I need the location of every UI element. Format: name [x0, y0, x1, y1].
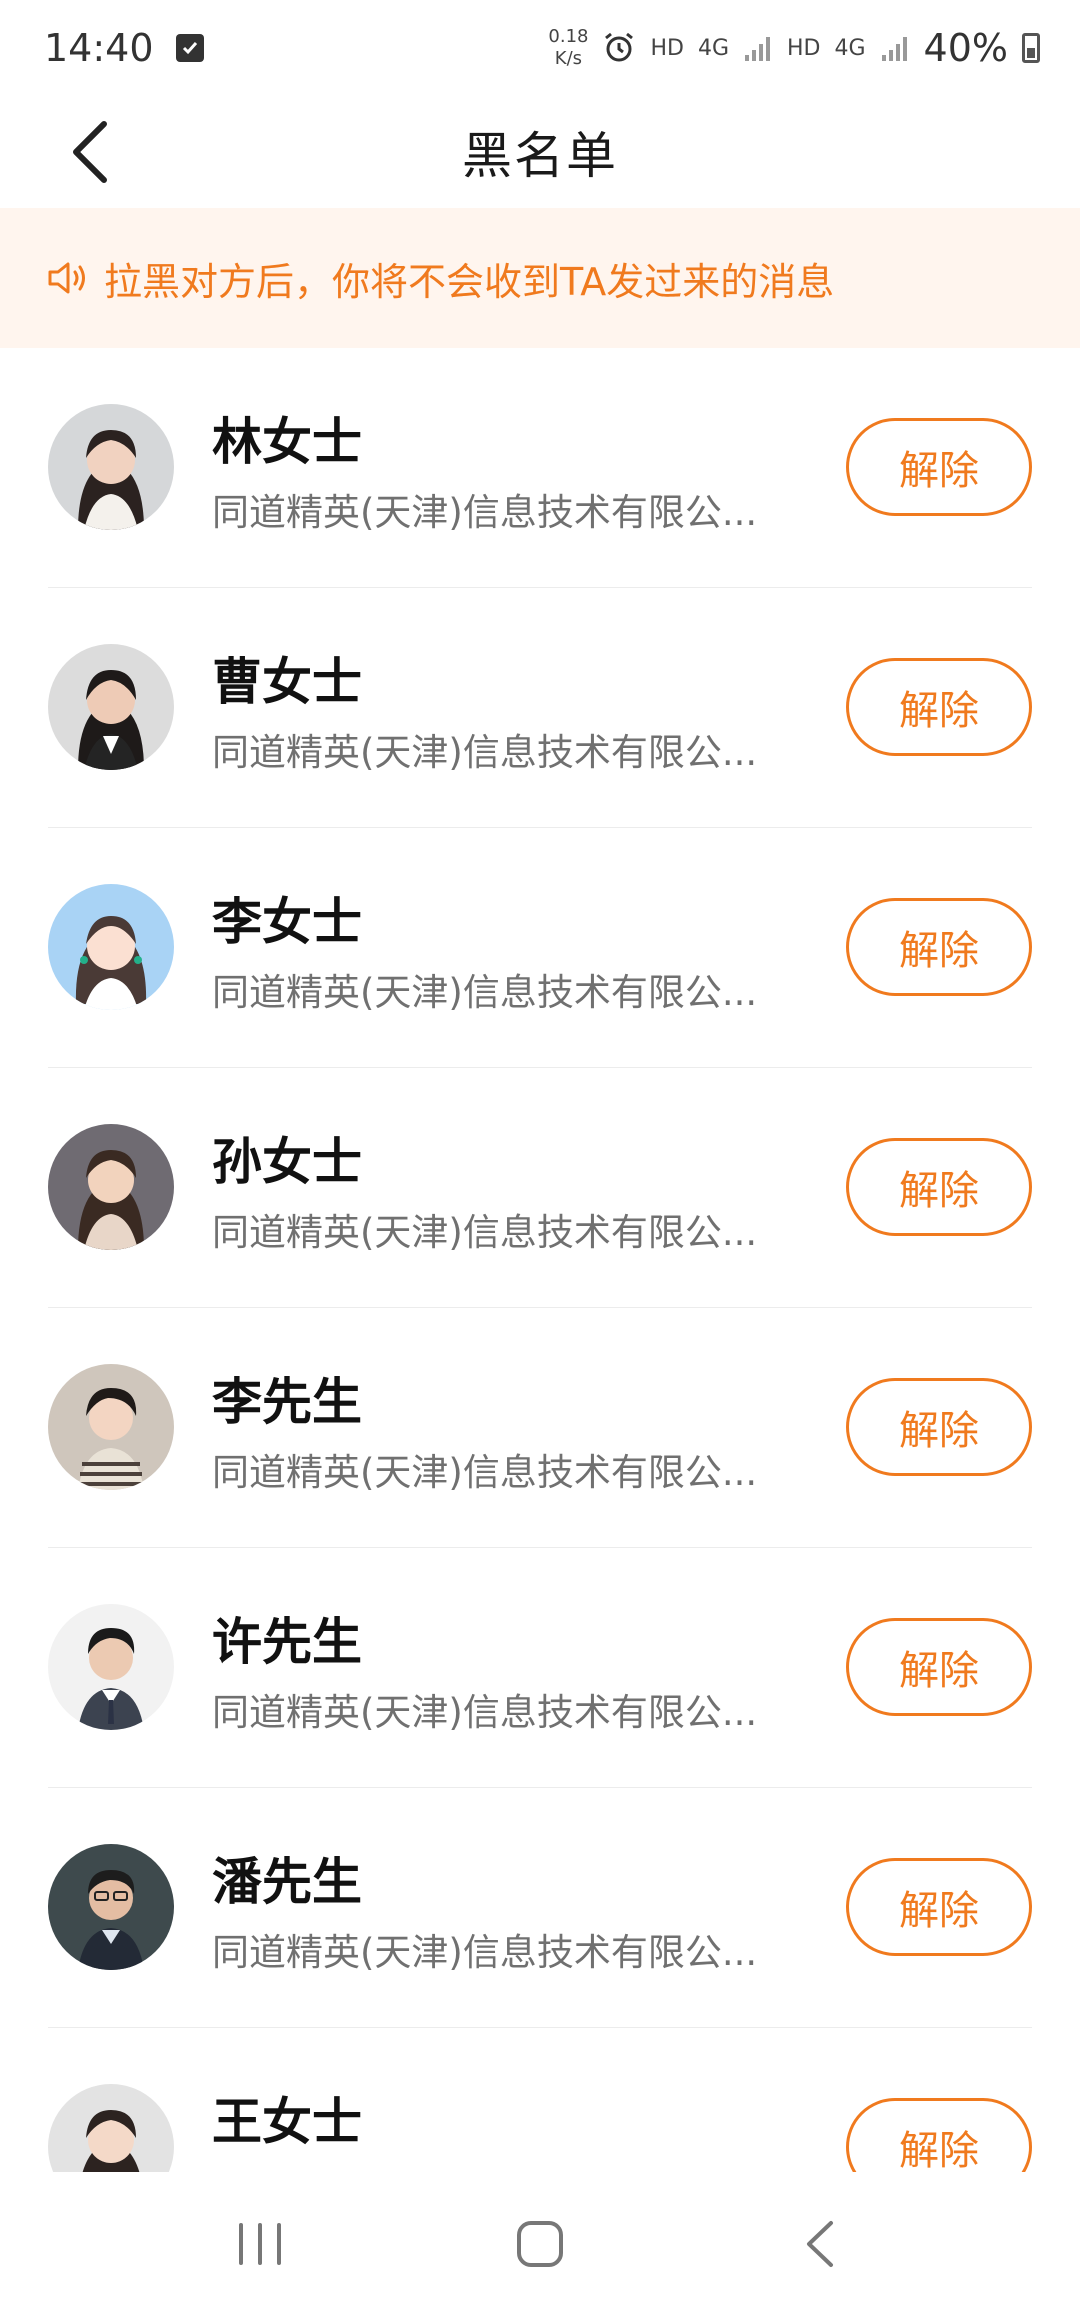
user-name: 王女士 — [212, 2093, 362, 2151]
network-type-1: 4G — [697, 35, 729, 61]
user-name: 孙女士 — [212, 1133, 362, 1191]
hd-indicator-2: HD — [787, 35, 821, 61]
avatar — [48, 884, 174, 1010]
alarm-icon — [602, 31, 636, 65]
remove-button[interactable]: 解除 — [846, 418, 1032, 516]
home-icon — [517, 2221, 563, 2267]
recent-apps-button[interactable] — [220, 2204, 300, 2284]
checkbox-notification-icon — [175, 34, 204, 62]
avatar — [48, 1364, 174, 1490]
navigation-bar: 黑名单 — [0, 96, 1080, 208]
avatar — [48, 1604, 174, 1730]
list-item: 潘先生 同道精英(天津)信息技术有限公... 解除 — [48, 1788, 1032, 2028]
user-name: 林女士 — [212, 413, 362, 471]
avatar — [48, 404, 174, 530]
company-name: 同道精英(天津)信息技术有限公... — [212, 971, 758, 1014]
user-name: 李先生 — [212, 1373, 362, 1431]
battery-icon — [1022, 33, 1040, 63]
speaker-icon — [46, 256, 90, 300]
list-item: 孙女士 同道精英(天津)信息技术有限公... 解除 — [48, 1068, 1032, 1308]
remove-button[interactable]: 解除 — [846, 1858, 1032, 1956]
network-type-2: 4G — [834, 35, 866, 61]
list-item: 王女士 同道精英(天津)信息技术有限公... 解除 — [48, 2028, 1032, 2172]
system-back-button[interactable] — [780, 2204, 860, 2284]
remove-button[interactable]: 解除 — [846, 898, 1032, 996]
avatar — [48, 644, 174, 770]
company-name: 同道精英(天津)信息技术有限公... — [212, 491, 758, 534]
user-name: 曹女士 — [212, 653, 362, 711]
company-name: 同道精英(天津)信息技术有限公... — [212, 1691, 758, 1734]
status-time: 14:40 — [44, 26, 154, 70]
notice-text: 拉黑对方后，你将不会收到TA发过来的消息 — [104, 259, 835, 304]
battery-percent: 40% — [923, 26, 1008, 70]
company-name: 同道精英(天津)信息技术有限公... — [212, 1451, 758, 1494]
status-bar: 14:40 0.18 K/s HD 4G HD 4G 40% — [0, 0, 1080, 96]
remove-button[interactable]: 解除 — [846, 1378, 1032, 1476]
list-item: 林女士 同道精英(天津)信息技术有限公... 解除 — [48, 348, 1032, 588]
company-name: 同道精英(天津)信息技术有限公... — [212, 2162, 757, 2172]
back-button[interactable] — [50, 112, 130, 192]
network-speed: 0.18 K/s — [548, 26, 589, 69]
remove-button[interactable]: 解除 — [846, 658, 1032, 756]
remove-button[interactable]: 解除 — [846, 1618, 1032, 1716]
remove-button[interactable]: 解除 — [846, 2098, 1032, 2172]
avatar — [48, 2084, 174, 2172]
list-item: 曹女士 同道精英(天津)信息技术有限公... 解除 — [48, 588, 1032, 828]
list-item: 李先生 同道精英(天津)信息技术有限公... 解除 — [48, 1308, 1032, 1548]
page-title: 黑名单 — [462, 127, 618, 185]
signal-icon-1 — [743, 33, 773, 63]
company-name: 同道精英(天津)信息技术有限公... — [212, 1931, 758, 1974]
user-name: 潘先生 — [212, 1853, 362, 1911]
user-name: 李女士 — [212, 893, 362, 951]
company-name: 同道精英(天津)信息技术有限公... — [212, 1211, 758, 1254]
signal-icon-2 — [880, 33, 910, 63]
chevron-left-icon — [73, 121, 107, 183]
avatar — [48, 1124, 174, 1250]
system-navigation-bar — [0, 2172, 1080, 2316]
company-name: 同道精英(天津)信息技术有限公... — [212, 731, 758, 774]
remove-button[interactable]: 解除 — [846, 1138, 1032, 1236]
home-button[interactable] — [500, 2204, 580, 2284]
list-item: 许先生 同道精英(天津)信息技术有限公... 解除 — [48, 1548, 1032, 1788]
notice-banner: 拉黑对方后，你将不会收到TA发过来的消息 — [0, 208, 1080, 348]
avatar — [48, 1844, 174, 1970]
list-item: 李女士 同道精英(天津)信息技术有限公... 解除 — [48, 828, 1032, 1068]
user-name: 许先生 — [212, 1613, 362, 1671]
recent-apps-icon — [239, 2223, 281, 2265]
hd-indicator-1: HD — [650, 35, 684, 61]
blacklist: 林女士 同道精英(天津)信息技术有限公... 解除 曹女士 同道精英(天津)信息… — [0, 348, 1080, 2172]
chevron-left-icon — [807, 2221, 833, 2267]
